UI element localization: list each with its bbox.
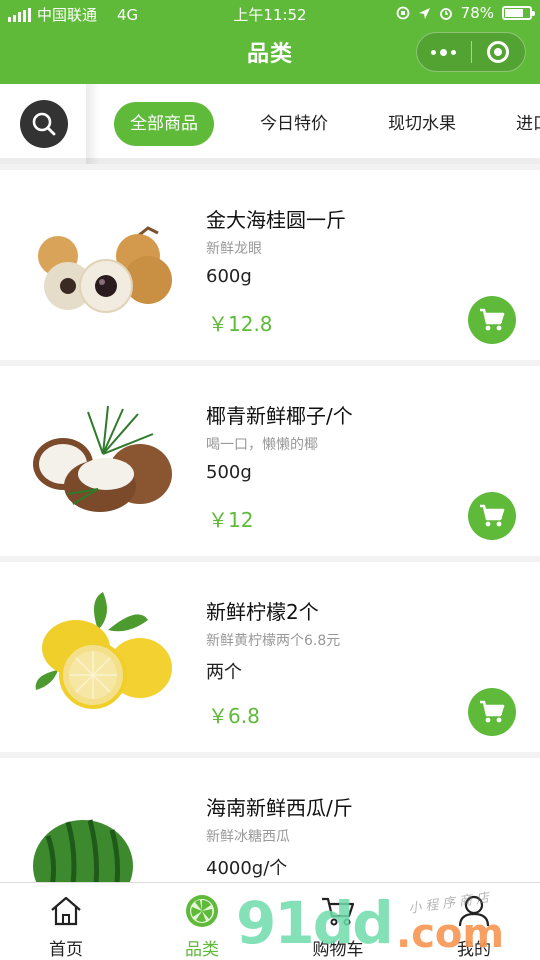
product-desc: 新鲜黄柠檬两个6.8元 — [206, 633, 341, 649]
list-item[interactable]: 椰青新鲜椰子/个 喝一口，懒懒的椰 500g ￥12 — [0, 366, 540, 556]
product-name: 海南新鲜西瓜/斤 — [206, 796, 353, 820]
lemon-image — [35, 592, 172, 709]
product-name: 椰青新鲜椰子/个 — [206, 404, 353, 428]
tabbar-cart-label: 购物车 — [312, 940, 364, 960]
tab-imported[interactable]: 进口 — [500, 102, 540, 146]
tab-all[interactable]: 全部商品 — [114, 102, 214, 146]
location-icon — [418, 7, 430, 19]
list-item[interactable]: 金大海桂圆一斤 新鲜龙眼 600g ￥12.8 — [0, 170, 540, 360]
close-target-icon — [487, 41, 510, 63]
more-menu-button[interactable] — [417, 33, 471, 71]
product-name: 新鲜柠檬2个 — [206, 600, 319, 624]
cart-icon — [322, 897, 355, 926]
more-dots-icon — [431, 48, 457, 56]
product-spec: 600g — [206, 266, 252, 287]
tabbar-home[interactable]: 首页 — [16, 891, 116, 960]
add-to-cart-button[interactable] — [468, 296, 516, 344]
list-item[interactable]: 海南新鲜西瓜/斤 新鲜冰糖西瓜 4000g/个 — [0, 758, 540, 882]
search-shadow — [86, 84, 100, 164]
bottom-tabbar: 首页 品类 购物车 我的 — [0, 882, 540, 960]
list-item[interactable]: 新鲜柠檬2个 新鲜黄柠檬两个6.8元 两个 ￥6.8 — [0, 562, 540, 752]
product-list: 金大海桂圆一斤 新鲜龙眼 600g ￥12.8 椰青新鲜椰子/个 喝一口，懒懒的… — [0, 170, 540, 882]
category-bar: 全部商品 今日特价 现切水果 进口 — [0, 84, 540, 164]
rotation-lock-icon — [396, 6, 410, 20]
product-desc: 喝一口，懒懒的椰 — [206, 437, 318, 453]
product-price: ￥6.8 — [208, 704, 260, 728]
lime-icon — [186, 895, 218, 927]
tab-today-special[interactable]: 今日特价 — [244, 102, 344, 146]
app-header: 中国联通 4G 上午11:52 78% 品类 — [0, 0, 540, 84]
product-desc: 新鲜龙眼 — [206, 241, 262, 257]
tabbar-mine-label: 我的 — [457, 940, 491, 960]
status-bar: 中国联通 4G 上午11:52 78% — [0, 0, 540, 28]
tabbar-mine[interactable]: 我的 — [424, 891, 524, 960]
add-to-cart-button[interactable] — [468, 492, 516, 540]
product-price: ￥12 — [208, 508, 254, 532]
search-button[interactable] — [20, 100, 68, 148]
add-to-cart-button[interactable] — [468, 688, 516, 736]
battery-icon — [502, 6, 535, 20]
home-icon — [51, 896, 81, 926]
product-spec: 两个 — [206, 662, 242, 683]
miniprogram-capsule — [416, 32, 526, 72]
coconut-image — [33, 405, 172, 512]
search-icon — [32, 112, 56, 136]
tabbar-home-label: 首页 — [49, 940, 83, 960]
category-tabs: 全部商品 今日特价 现切水果 进口 — [100, 84, 540, 164]
product-desc: 新鲜冰糖西瓜 — [206, 829, 290, 845]
watermelon-image — [33, 819, 133, 882]
longan-image — [38, 226, 172, 313]
alarm-icon — [439, 8, 452, 20]
battery-percent: 78% — [460, 4, 494, 22]
product-name: 金大海桂圆一斤 — [206, 208, 346, 232]
tabbar-cart[interactable]: 购物车 — [288, 891, 388, 960]
product-price: ￥12.8 — [208, 312, 273, 336]
cart-icon — [480, 308, 505, 331]
tabbar-category[interactable]: 品类 — [152, 891, 252, 960]
cart-icon — [480, 504, 505, 527]
tab-cut-fruit[interactable]: 现切水果 — [372, 102, 472, 146]
user-icon — [458, 895, 490, 927]
product-spec: 500g — [206, 462, 252, 483]
cart-icon — [480, 700, 505, 723]
close-miniprogram-button[interactable] — [472, 33, 526, 71]
tabbar-category-label: 品类 — [185, 940, 219, 960]
product-spec: 4000g/个 — [206, 858, 288, 879]
